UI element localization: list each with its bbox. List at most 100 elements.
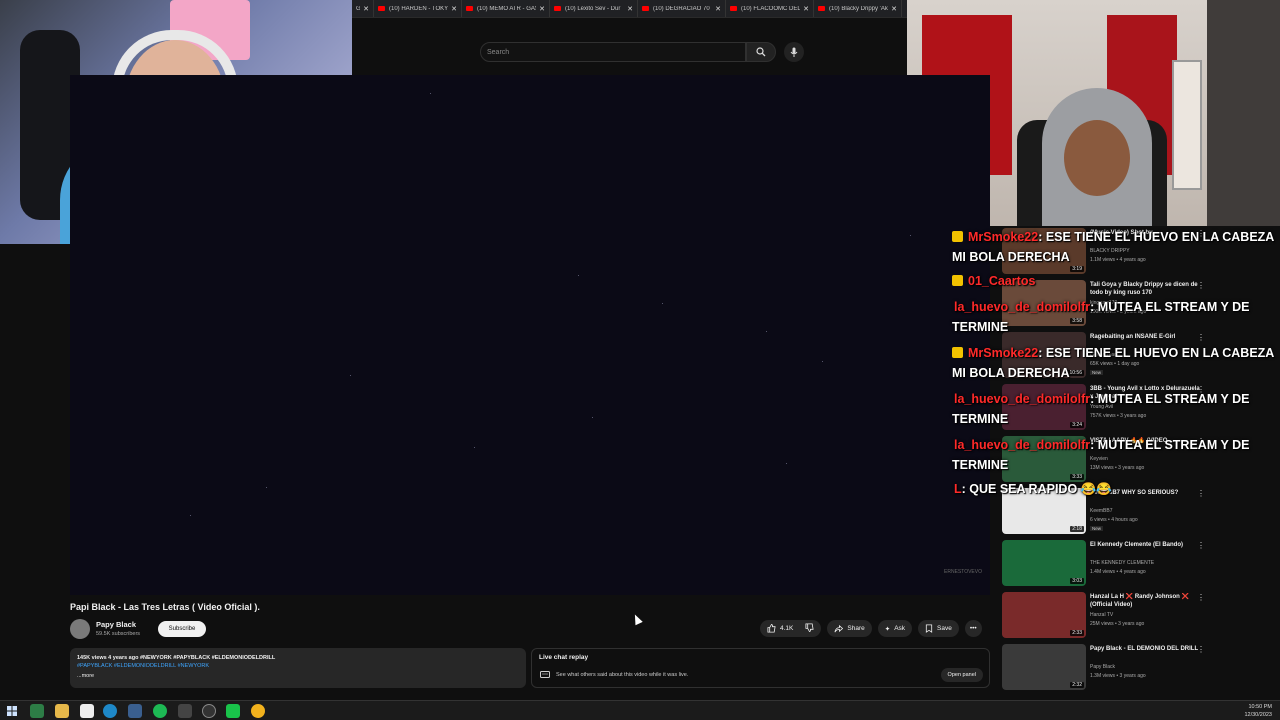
more-vertical-icon[interactable]: ⋮ [1197, 333, 1205, 342]
system-tray-clock[interactable]: 10:50 PM 12/30/2023 [1244, 703, 1272, 719]
recommended-video[interactable]: 2:32 Papy Black - EL DEMONIO DEL DRILL Pap… [1002, 642, 1280, 692]
close-tab-icon[interactable]: ✕ [627, 5, 633, 13]
recommended-video-channel[interactable]: BLACKY DRIPPY [1090, 248, 1130, 254]
search-icon [756, 47, 766, 57]
recommended-video-channel[interactable]: iShowBread [1090, 352, 1117, 358]
noise-speck [474, 447, 475, 448]
more-vertical-icon[interactable]: ⋮ [1197, 229, 1205, 238]
search-button[interactable] [746, 42, 776, 62]
youtube-favicon-icon [554, 6, 561, 11]
close-tab-icon[interactable]: ✕ [451, 5, 457, 13]
recommended-video[interactable]: 2:33 Hanzal La H ❌ Randy Johnson ❌ (Offic… [1002, 590, 1280, 640]
recommended-video[interactable]: 3:33 VISTA | AAPV 🔥🔥 (VIDEO ... Keyvien 13M… [1002, 434, 1280, 484]
browser-tab[interactable]: Gan✕ [352, 0, 374, 17]
browser-tab[interactable]: (10) HARDEN - TOKYO ✕ [374, 0, 462, 17]
recommended-video-views: 757K views • 3 years ago [1090, 413, 1147, 419]
recommended-video-channel[interactable]: Keyvien [1090, 456, 1108, 462]
recommended-video-channel[interactable]: THE KENNEDY CLEMENTE [1090, 560, 1154, 566]
document-icon[interactable] [80, 704, 94, 718]
video-player[interactable]: ERNESTOVEVO [70, 75, 990, 595]
green-app-icon[interactable] [226, 704, 240, 718]
noise-speck [190, 515, 191, 516]
recommended-video-title[interactable]: Keem BB7 WHY SO SERIOUS? [1090, 489, 1200, 497]
video-thumbnail[interactable]: 3:24 [1002, 384, 1086, 430]
thumbs-down-icon[interactable] [805, 623, 814, 634]
more-actions-button[interactable]: ••• [964, 620, 982, 637]
like-button[interactable]: 4.1K [760, 620, 822, 637]
recommended-video[interactable]: 3:24 3BB - Young Avil x Lotto x Delurazue… [1002, 382, 1280, 432]
browser-tab[interactable]: (10) Blacky Drippy 'Ak ✕ [814, 0, 902, 17]
recommended-video[interactable]: 10:56 Ragebaiting an INSANE E-Girl iShowBr… [1002, 330, 1280, 380]
close-tab-icon[interactable]: ✕ [363, 5, 369, 13]
recommended-video-channel[interactable]: Papy Black [1090, 664, 1115, 670]
noise-speck [578, 275, 579, 276]
video-duration: 3:03 [1070, 578, 1084, 584]
browser-tab[interactable]: (10) FLACOOMC DEL ✕ [726, 0, 814, 17]
recommended-video[interactable]: 3:03 El Kennedy Clemente (El Bando) THE KE… [1002, 538, 1280, 588]
recommended-video-title[interactable]: Tali Goya y Blacky Drippy se dicen de to… [1090, 281, 1200, 297]
share-button[interactable]: Share [827, 620, 872, 637]
recommended-video[interactable]: 3:58 Tali Goya y Blacky Drippy se dicen d… [1002, 278, 1280, 328]
save-button[interactable]: Save [918, 620, 959, 637]
terminal-icon[interactable] [30, 704, 44, 718]
obs-icon[interactable] [202, 704, 216, 718]
search-input[interactable]: Search [480, 42, 746, 62]
more-vertical-icon[interactable]: ⋮ [1197, 489, 1205, 498]
video-thumbnail[interactable]: 10:56 [1002, 332, 1086, 378]
ask-button[interactable]: ✦ Ask [877, 620, 913, 637]
recommended-video-channel[interactable]: Young Avil [1090, 404, 1113, 410]
chrome-icon[interactable] [251, 704, 265, 718]
more-vertical-icon[interactable]: ⋮ [1197, 645, 1205, 654]
video-thumbnail[interactable]: 2:33 [1002, 592, 1086, 638]
more-vertical-icon[interactable]: ⋮ [1197, 437, 1205, 446]
windows-start-icon[interactable] [6, 704, 20, 718]
video-actions: 4.1K Share ✦ Ask Save ••• [760, 620, 982, 637]
video-thumbnail[interactable]: 3:58 [1002, 280, 1086, 326]
open-panel-button[interactable]: Open panel [940, 668, 983, 682]
subscribe-button[interactable]: Subscribe [158, 621, 206, 637]
close-tab-icon[interactable]: ✕ [803, 5, 809, 13]
pen-tool-icon[interactable] [178, 704, 192, 718]
video-thumbnail[interactable]: 2:18 [1002, 488, 1086, 534]
close-tab-icon[interactable]: ✕ [715, 5, 721, 13]
browser-tab[interactable]: (10) DEGRACIAO 70 ✕ [638, 0, 726, 17]
more-vertical-icon[interactable]: ⋮ [1197, 281, 1205, 290]
recommended-video[interactable]: 3:19 (Music Video) Shot by... BLACKY DRIPP… [1002, 226, 1280, 276]
show-more-link[interactable]: ...more [77, 670, 519, 682]
recommended-video-title[interactable]: El Kennedy Clemente (El Bando) [1090, 541, 1200, 549]
description-tags[interactable]: #PAPYBLACK #ELDEMONIODELDRILL #NEWYORK [77, 663, 519, 670]
video-thumbnail[interactable]: 2:32 [1002, 644, 1086, 690]
close-tab-icon[interactable]: ✕ [539, 5, 545, 13]
browser-tab[interactable]: (10) MEMO ATR - GAS ✕ [462, 0, 550, 17]
channel-avatar[interactable] [70, 619, 90, 639]
sparkle-icon: ✦ [884, 625, 891, 633]
file-explorer-icon[interactable] [55, 704, 69, 718]
recommended-video-channel[interactable]: kingruso170 [1090, 300, 1117, 306]
recommended-video-title[interactable]: Hanzal La H ❌ Randy Johnson ❌ (Official … [1090, 593, 1200, 609]
video-description[interactable]: 145K views 4 years ago #NEWYORK #PAPYBLA… [70, 648, 526, 688]
more-vertical-icon[interactable]: ⋮ [1197, 593, 1205, 602]
browser-tab[interactable]: (10) Lexito Sev - Dur ✕ [550, 0, 638, 17]
recommended-video-channel[interactable]: KeemBB7 [1090, 508, 1113, 514]
video-thumbnail[interactable]: 3:19 [1002, 228, 1086, 274]
more-vertical-icon[interactable]: ⋮ [1197, 385, 1205, 394]
youtube-favicon-icon [378, 6, 385, 11]
noise-speck [430, 93, 431, 94]
voice-search-button[interactable] [784, 42, 804, 62]
recommended-video-title[interactable]: (Music Video) Shot by... [1090, 229, 1200, 237]
recommended-video-channel[interactable]: Hanzal TV [1090, 612, 1113, 618]
recommended-video-title[interactable]: Ragebaiting an INSANE E-Girl [1090, 333, 1200, 341]
video-thumbnail[interactable]: 3:33 [1002, 436, 1086, 482]
close-tab-icon[interactable]: ✕ [891, 5, 897, 13]
steam-icon[interactable] [128, 704, 142, 718]
recommended-video[interactable]: 2:18 Keem BB7 WHY SO SERIOUS? KeemBB7 6 vie… [1002, 486, 1280, 536]
edge-browser-icon[interactable] [103, 704, 117, 718]
recommended-video-title[interactable]: Papy Black - EL DEMONIO DEL DRILL [1090, 645, 1200, 653]
recommended-video-title[interactable]: 3BB - Young Avil x Lotto x Delurazuela x… [1090, 385, 1200, 401]
spotify-icon[interactable] [153, 704, 167, 718]
channel-name[interactable]: Papy Black [96, 620, 136, 629]
video-thumbnail[interactable]: 3:03 [1002, 540, 1086, 586]
recommended-video-title[interactable]: VISTA | AAPV 🔥🔥 (VIDEO ... [1090, 437, 1200, 445]
more-vertical-icon[interactable]: ⋮ [1197, 541, 1205, 550]
thumbs-up-icon [767, 624, 776, 633]
